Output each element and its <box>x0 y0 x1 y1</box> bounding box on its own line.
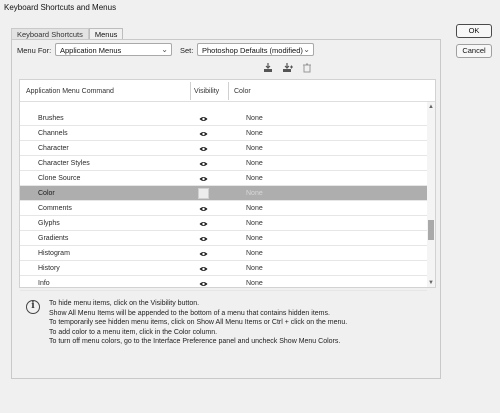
help-line: Show All Menu Items will be appended to … <box>49 309 330 317</box>
help-text: To hide menu items, click on the Visibil… <box>49 299 347 347</box>
table-row[interactable]: Clone Source None <box>20 171 427 186</box>
row-color[interactable]: None <box>246 220 263 227</box>
table-row[interactable]: Histogram None <box>20 246 427 261</box>
eye-icon[interactable] <box>199 251 208 257</box>
row-color[interactable]: None <box>246 265 263 272</box>
row-color[interactable]: None <box>246 235 263 242</box>
menu-for-value: Application Menus <box>60 46 122 55</box>
scrollbar-thumb[interactable] <box>428 220 434 240</box>
table-row[interactable]: History None <box>20 261 427 276</box>
table-row[interactable]: Character None <box>20 141 427 156</box>
eye-icon[interactable] <box>199 266 208 272</box>
row-command: Comments <box>38 205 72 212</box>
info-icon: i <box>26 300 40 314</box>
eye-icon[interactable] <box>199 116 208 122</box>
eye-icon[interactable] <box>199 206 208 212</box>
row-command: Clone Source <box>38 175 81 182</box>
row-color[interactable]: None <box>246 250 263 257</box>
row-command: Gradients <box>38 235 69 242</box>
table-row[interactable]: Comments None <box>20 201 427 216</box>
column-divider <box>190 82 191 100</box>
row-command: Histogram <box>38 250 70 257</box>
set-label: Set: <box>180 46 194 55</box>
table-row[interactable]: Color None <box>20 186 427 201</box>
scroll-up-icon[interactable]: ▲ <box>428 104 434 110</box>
table-header: Application Menu Command Visibility Colo… <box>20 80 435 102</box>
scroll-down-icon[interactable]: ▼ <box>428 280 434 286</box>
table-scrollbar[interactable]: ▲ ▼ <box>427 102 435 287</box>
table-row[interactable]: Channels None <box>20 126 427 141</box>
eye-icon[interactable] <box>199 131 208 137</box>
save-set-icon[interactable] <box>263 63 273 73</box>
table-row[interactable]: Character Styles None <box>20 156 427 171</box>
help-line: To temporarily see hidden menu items, cl… <box>49 319 348 326</box>
row-command: Info <box>38 280 50 287</box>
help-line: To add color to a menu item, click in th… <box>49 328 218 336</box>
row-color[interactable]: None <box>246 145 263 152</box>
set-select[interactable]: Photoshop Defaults (modified) ⌄ <box>197 43 314 56</box>
help-line: To turn off menu colors, go to the Inter… <box>49 338 341 345</box>
chevron-down-icon: ⌄ <box>161 45 168 54</box>
row-command: Glyphs <box>38 220 60 227</box>
row-color[interactable]: None <box>246 160 263 167</box>
help-line: To hide menu items, click on the Visibil… <box>49 300 200 307</box>
eye-icon[interactable] <box>199 146 208 152</box>
row-color[interactable]: None <box>246 175 263 182</box>
row-command: Brushes <box>38 115 64 122</box>
visibility-toggle[interactable] <box>198 188 209 199</box>
row-color[interactable]: None <box>246 130 263 137</box>
row-command: Color <box>38 190 55 197</box>
row-color[interactable]: None <box>246 280 263 287</box>
row-command: History <box>38 265 60 272</box>
row-command: Character <box>38 145 69 152</box>
table-row[interactable]: Gradients None <box>20 231 427 246</box>
table-row[interactable]: Brushes None <box>20 111 427 126</box>
menu-commands-table: Application Menu Command Visibility Colo… <box>19 79 436 291</box>
delete-set-icon[interactable] <box>302 63 312 73</box>
eye-icon[interactable] <box>199 161 208 167</box>
ok-button[interactable]: OK <box>456 24 492 38</box>
row-color[interactable]: None <box>246 205 263 212</box>
eye-icon[interactable] <box>199 176 208 182</box>
table-rows: Brushes None Channels None Character None Char… <box>20 111 427 291</box>
chevron-down-icon: ⌄ <box>303 45 310 54</box>
eye-icon[interactable] <box>199 221 208 227</box>
row-command: Character Styles <box>38 160 90 167</box>
table-row[interactable]: Info None <box>20 276 427 291</box>
eye-icon[interactable] <box>199 236 208 242</box>
set-value: Photoshop Defaults (modified) <box>202 46 303 55</box>
menu-for-label: Menu For: <box>17 46 52 55</box>
header-command: Application Menu Command <box>26 88 114 95</box>
column-divider <box>228 82 229 100</box>
row-color[interactable]: None <box>246 115 263 122</box>
eye-icon[interactable] <box>199 281 208 287</box>
menu-for-select[interactable]: Application Menus ⌄ <box>55 43 172 56</box>
cancel-button[interactable]: Cancel <box>456 44 492 58</box>
header-color: Color <box>234 88 251 95</box>
row-color[interactable]: None <box>246 190 263 197</box>
row-command: Channels <box>38 130 68 137</box>
table-row[interactable]: Glyphs None <box>20 216 427 231</box>
save-set-as-icon[interactable] <box>282 63 294 73</box>
window-title: Keyboard Shortcuts and Menus <box>4 3 117 12</box>
header-visibility: Visibility <box>194 88 220 95</box>
